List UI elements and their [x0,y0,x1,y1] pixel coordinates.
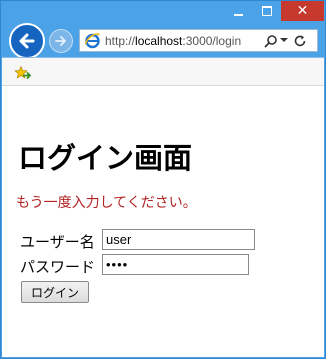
username-label: ユーザー名 [20,233,95,251]
minimize-icon [233,13,243,16]
close-button[interactable]: ✕ [281,1,324,21]
maximize-button[interactable] [253,1,281,21]
ie-page-icon [84,33,101,49]
browser-window: ✕ http://localhost:3000/login ログイン画面 もう一… [0,0,326,359]
url-scheme: http:// [105,34,136,48]
back-button[interactable] [9,23,45,59]
forward-button[interactable] [49,29,73,53]
chevron-down-icon[interactable] [280,38,288,42]
username-input[interactable] [102,229,255,250]
address-bar[interactable]: http://localhost:3000/login [79,29,318,52]
password-input[interactable] [102,254,249,275]
search-icon[interactable] [264,34,278,48]
page-title: ログイン画面 [18,141,193,175]
url-text[interactable]: http://localhost:3000/login [105,34,241,48]
add-favorite-star-icon[interactable] [14,66,31,80]
page-content: ログイン画面 もう一度入力してください。 ユーザー名 パスワード ログイン [2,86,324,357]
error-message: もう一度入力してください。 [16,195,197,211]
password-label: パスワード [20,258,96,276]
forward-arrow-icon [55,36,66,46]
favorites-bar [2,57,324,86]
login-button[interactable]: ログイン [21,281,89,303]
close-icon: ✕ [296,3,309,19]
url-host: localhost [135,34,183,48]
back-arrow-icon [19,33,35,49]
maximize-icon [262,6,272,16]
minimize-button[interactable] [223,1,253,21]
refresh-icon[interactable] [293,34,307,48]
url-path: :3000/login [182,34,242,48]
